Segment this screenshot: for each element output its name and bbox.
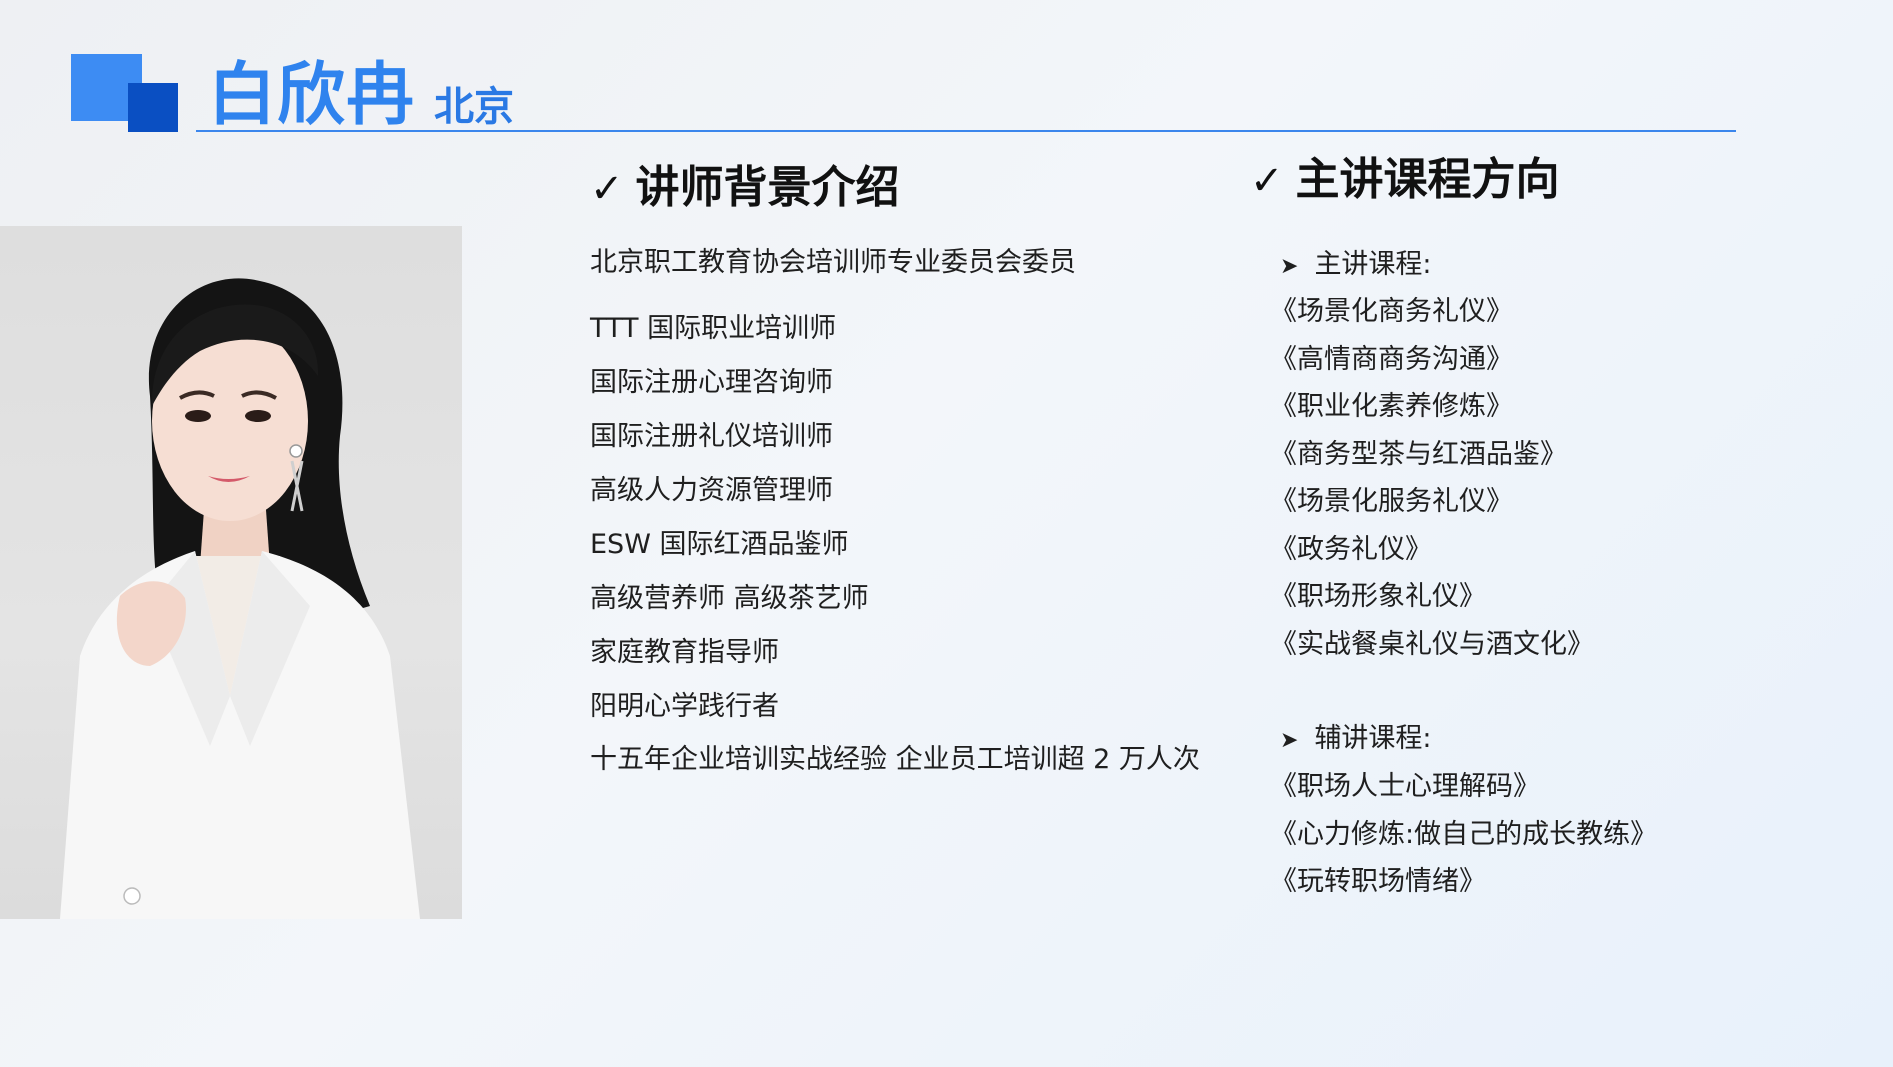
courses-title-text: 主讲课程方向: [1295, 154, 1560, 205]
trainer-photo: [0, 226, 462, 919]
background-title-text: 讲师背景介绍: [635, 162, 900, 213]
background-section-title: ✓ 讲师背景介绍: [590, 160, 900, 217]
list-item: 十五年企业培训实战经验 企业员工培训超 2 万人次: [590, 744, 1200, 775]
list-item: 国际注册心理咨询师: [590, 367, 833, 398]
list-item: ESW 国际红酒品鉴师: [590, 529, 849, 560]
list-item: 《玩转职场情绪》: [1270, 866, 1486, 897]
list-item: 《场景化商务礼仪》: [1270, 296, 1513, 327]
portrait-illustration: [60, 278, 420, 919]
list-item: 北京职工教育协会培训师专业委员会委员: [590, 247, 1076, 278]
list-item: 高级营养师 高级茶艺师: [590, 583, 869, 614]
check-icon: ✓: [1250, 158, 1284, 204]
list-item: 家庭教育指导师: [590, 637, 779, 668]
aux-courses-heading: ➤ 辅讲课程:: [1270, 722, 1432, 758]
list-item: 《商务型茶与红酒品鉴》: [1270, 439, 1567, 470]
list-item: 国际注册礼仪培训师: [590, 421, 833, 452]
header-divider: [196, 130, 1736, 132]
list-item: 《职场形象礼仪》: [1270, 581, 1486, 612]
list-item: 《职场人士心理解码》: [1270, 771, 1540, 802]
trainer-city: 北京: [434, 84, 514, 130]
check-icon: ✓: [590, 166, 624, 212]
arrow-right-icon: ➤: [1280, 254, 1299, 279]
logo-square-dark: [128, 83, 178, 132]
list-item: 《心力修炼:做自己的成长教练》: [1270, 819, 1658, 850]
list-item: 《场景化服务礼仪》: [1270, 486, 1513, 517]
list-item: 《政务礼仪》: [1270, 534, 1432, 565]
main-courses-label: 主讲课程:: [1314, 249, 1432, 280]
trainer-name: 白欣冉: [208, 56, 416, 135]
list-item: 阳明心学践行者: [590, 691, 779, 722]
list-item: TTT 国际职业培训师: [590, 313, 837, 344]
courses-section-title: ✓ 主讲课程方向: [1250, 152, 1560, 209]
list-item: 高级人力资源管理师: [590, 475, 833, 506]
list-item: 《实战餐桌礼仪与酒文化》: [1270, 629, 1594, 660]
aux-courses-label: 辅讲课程:: [1314, 723, 1432, 754]
arrow-right-icon: ➤: [1280, 728, 1299, 753]
list-item: 《高情商商务沟通》: [1270, 344, 1513, 375]
list-item: 《职业化素养修炼》: [1270, 391, 1513, 422]
main-courses-heading: ➤ 主讲课程:: [1270, 248, 1432, 284]
